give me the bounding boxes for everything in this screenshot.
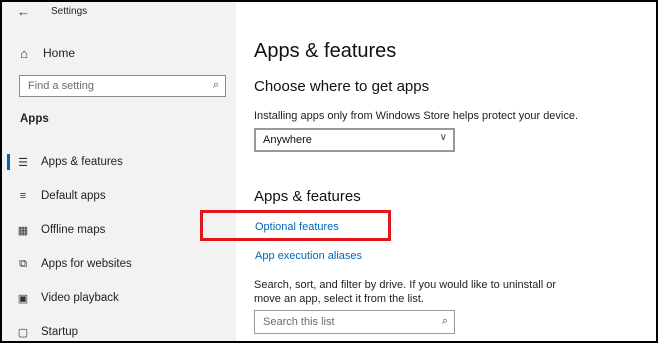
search-sort-description: Search, sort, and filter by drive. If yo…	[254, 279, 557, 291]
app-source-dropdown[interactable]: Anywhere ∨	[254, 128, 455, 152]
sidebar-item-video-playback[interactable]: ▣ Video playback	[2, 284, 236, 312]
settings-window: ← Settings ⌂ Home Find a setting ⌕ Apps …	[2, 2, 656, 341]
sidebar-section-title: Apps	[20, 113, 49, 125]
video-playback-icon: ▣	[17, 292, 29, 305]
main-content: Apps & features Choose where to get apps…	[236, 2, 656, 341]
search-list-placeholder: Search this list	[263, 316, 335, 328]
sidebar: ← Settings ⌂ Home Find a setting ⌕ Apps …	[2, 2, 236, 341]
sidebar-item-label: Default apps	[41, 190, 106, 202]
sidebar-item-label: Apps for websites	[41, 258, 132, 270]
sidebar-item-label: Apps & features	[41, 156, 123, 168]
sidebar-item-startup[interactable]: ▢ Startup	[2, 318, 236, 341]
search-icon[interactable]: ⌕	[213, 79, 219, 92]
app-title: Settings	[51, 6, 88, 17]
chevron-down-icon: ∨	[439, 132, 447, 143]
choose-where-description: Installing apps only from Windows Store …	[254, 110, 579, 122]
sidebar-item-label: Offline maps	[41, 224, 106, 236]
sidebar-item-label: Video playback	[41, 292, 119, 304]
title-bar: ← Settings	[2, 2, 236, 24]
find-setting-input[interactable]: Find a setting ⌕	[19, 75, 226, 97]
search-list-input[interactable]: Search this list ⌕	[254, 310, 455, 334]
selection-indicator	[7, 154, 10, 170]
apps-for-websites-icon: ⧉	[19, 257, 27, 270]
sidebar-item-apps-for-websites[interactable]: ⧉ Apps for websites	[2, 250, 236, 278]
choose-where-heading: Choose where to get apps	[254, 78, 430, 95]
home-icon: ⌂	[20, 45, 28, 61]
highlight-box	[200, 210, 391, 241]
apps-features-heading: Apps & features	[254, 188, 361, 205]
startup-icon: ▢	[17, 326, 29, 339]
find-setting-placeholder: Find a setting	[28, 80, 95, 92]
apps-features-icon: ☰	[18, 156, 28, 169]
back-arrow-icon[interactable]: ←	[17, 4, 30, 19]
app-source-value: Anywhere	[263, 134, 312, 146]
home-label: Home	[43, 46, 76, 60]
sidebar-item-home[interactable]: ⌂ Home	[16, 42, 226, 64]
app-execution-aliases-link[interactable]: App execution aliases	[255, 250, 362, 262]
search-icon[interactable]: ⌕	[442, 315, 448, 328]
sidebar-item-label: Startup	[41, 326, 79, 338]
search-sort-description-line2: move an app, select it from the list.	[254, 293, 424, 305]
page-title: Apps & features	[254, 40, 397, 62]
default-apps-icon: ≡	[19, 190, 27, 202]
sidebar-item-apps-features[interactable]: ☰ Apps & features	[2, 148, 236, 176]
sidebar-item-default-apps[interactable]: ≡ Default apps	[2, 182, 236, 210]
offline-maps-icon: ▦	[17, 224, 29, 237]
